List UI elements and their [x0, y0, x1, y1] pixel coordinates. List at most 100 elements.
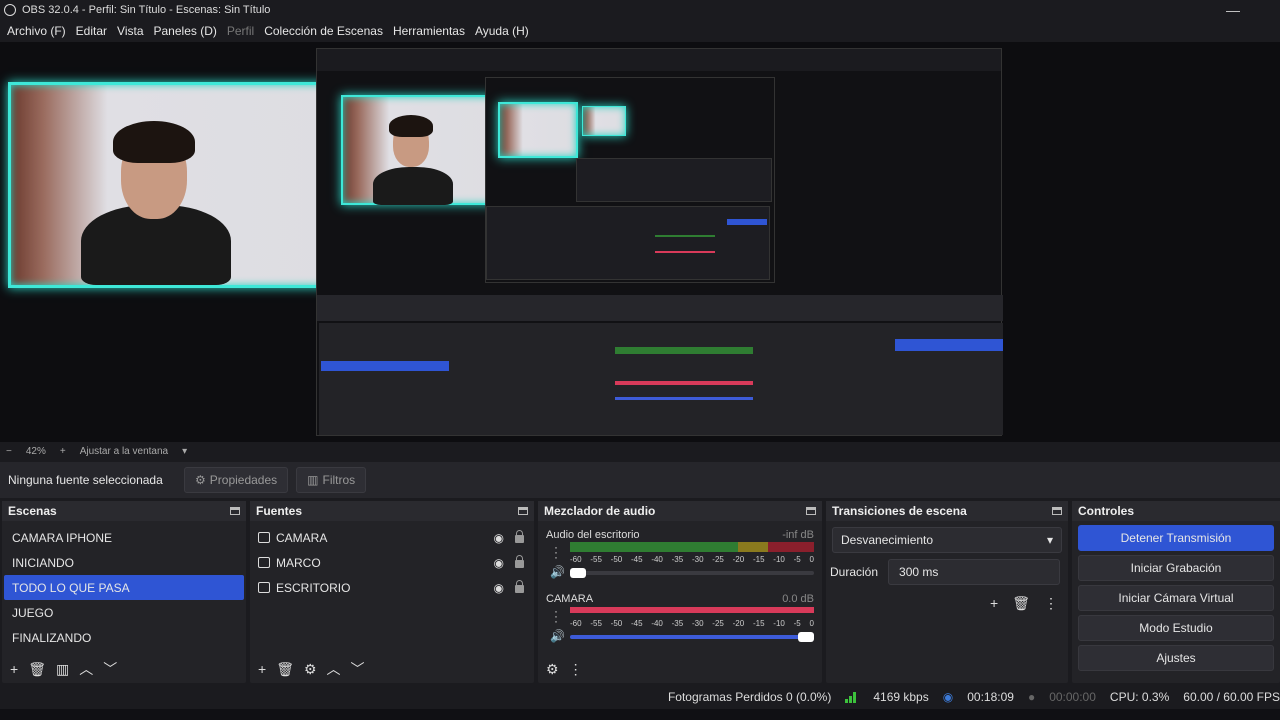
lock-icon[interactable]: [515, 580, 524, 593]
controls-dock: Controles Detener Transmisión Iniciar Gr…: [1072, 501, 1280, 683]
duration-label: Duración: [830, 565, 879, 579]
dropped-frames: Fotogramas Perdidos 0 (0.0%): [667, 690, 832, 704]
move-down-icon[interactable]: ﹀: [103, 659, 117, 679]
settings-button[interactable]: Ajustes: [1078, 645, 1274, 671]
kebab-menu-icon[interactable]: ⋮: [569, 661, 583, 678]
eye-icon[interactable]: ◉: [494, 531, 504, 545]
tick-label: -15: [752, 555, 765, 564]
add-transition-icon[interactable]: +: [990, 595, 998, 612]
scenes-dock: Escenas CAMARA IPHONE INICIANDO TODO LO …: [2, 501, 246, 683]
source-item[interactable]: MARCO ◉: [250, 550, 534, 575]
source-name: MARCO: [276, 555, 321, 570]
transitions-dock: Transiciones de escena Desvanecimiento ▾ …: [826, 501, 1068, 683]
start-recording-button[interactable]: Iniciar Grabación: [1078, 555, 1274, 581]
add-source-icon[interactable]: +: [258, 661, 266, 677]
add-scene-icon[interactable]: +: [10, 661, 18, 677]
mixer-channel: CAMARA 0.0 dB · · · -60 -55 -50 -45 -40 -35 -30-…: [544, 589, 816, 653]
menu-vista[interactable]: Vista: [112, 24, 148, 38]
move-up-icon[interactable]: ︿: [327, 659, 341, 679]
source-list: CAMARA ◉ MARCO ◉ ESCRITORIO ◉: [250, 521, 534, 600]
move-down-icon[interactable]: ﹀: [351, 659, 365, 679]
mixer-header: Mezclador de audio: [538, 501, 822, 521]
undock-icon[interactable]: [518, 507, 528, 515]
speaker-icon[interactable]: 🔊: [550, 565, 565, 579]
mixer-footer: ⚙ ⋮: [538, 655, 822, 683]
zoom-in-button[interactable]: +: [60, 446, 66, 457]
transition-select[interactable]: Desvanecimiento ▾: [832, 527, 1062, 553]
sources-footer: + 🗑 ⚙ ︿ ﹀: [250, 655, 534, 683]
transitions-header: Transiciones de escena: [826, 501, 1068, 521]
start-virtual-camera-button[interactable]: Iniciar Cámara Virtual: [1078, 585, 1274, 611]
signal-icon: [845, 691, 859, 703]
tick-label: -30: [691, 555, 704, 564]
scene-item[interactable]: JUEGO: [4, 600, 244, 625]
source-item[interactable]: CAMARA ◉: [250, 525, 534, 550]
advanced-audio-icon[interactable]: ⚙: [546, 661, 559, 678]
zoom-fit-select[interactable]: Ajustar a la ventana: [80, 446, 168, 457]
gear-icon[interactable]: ⚙: [304, 661, 317, 678]
scene-item[interactable]: INICIANDO: [4, 550, 244, 575]
kebab-menu-icon[interactable]: · · ·: [554, 605, 558, 627]
scenes-footer: + 🗑 ▥ ︿ ﹀: [2, 655, 246, 683]
menu-ayuda[interactable]: Ayuda (H): [470, 24, 534, 38]
scene-list: CAMARA IPHONE INICIANDO TODO LO QUE PASA…: [2, 521, 246, 650]
menu-paneles[interactable]: Paneles (D): [149, 24, 222, 38]
undock-icon[interactable]: [1052, 507, 1062, 515]
tick-label: -30: [691, 619, 704, 628]
chevron-down-icon: ▾: [1046, 533, 1053, 547]
menu-herramientas[interactable]: Herramientas: [388, 24, 470, 38]
studio-mode-button[interactable]: Modo Estudio: [1078, 615, 1274, 641]
duration-input[interactable]: 300 ms: [888, 559, 1060, 585]
properties-button[interactable]: ⚙ Propiedades: [184, 467, 289, 493]
bitrate: 4169 kbps: [873, 690, 929, 704]
taskbar: [0, 709, 1280, 720]
speaker-icon[interactable]: 🔊: [550, 629, 565, 643]
stop-streaming-button[interactable]: Detener Transmisión: [1078, 525, 1274, 551]
tick-label: -40: [651, 555, 663, 564]
gear-icon: ⚙: [195, 473, 206, 487]
preview-canvas[interactable]: [0, 42, 1280, 442]
trash-icon[interactable]: 🗑: [1012, 595, 1030, 612]
display-icon: [258, 582, 270, 593]
menu-coleccion-escenas[interactable]: Colección de Escenas: [259, 24, 388, 38]
kebab-menu-icon[interactable]: · · ·: [554, 541, 558, 563]
move-up-icon[interactable]: ︿: [79, 659, 93, 679]
undock-icon[interactable]: [806, 507, 816, 515]
volume-slider-handle[interactable]: [570, 568, 586, 578]
volume-slider[interactable]: [570, 632, 814, 642]
menu-bar: Archivo (F) Editar Vista Paneles (D) Per…: [0, 20, 1280, 42]
source-item[interactable]: ESCRITORIO ◉: [250, 575, 534, 600]
filter-icon: ▥: [307, 473, 319, 487]
nested-preview: [316, 48, 1003, 436]
scene-item-selected[interactable]: TODO LO QUE PASA: [4, 575, 244, 600]
kebab-menu-icon[interactable]: ⋮: [1044, 595, 1058, 612]
obs-logo-icon: [4, 4, 16, 16]
tick-label: -15: [752, 619, 765, 628]
tick-label: 0: [809, 619, 814, 628]
scene-item[interactable]: CAMARA IPHONE: [4, 525, 244, 550]
tick-label: -5: [793, 555, 801, 564]
channel-db: -inf dB: [782, 529, 814, 541]
chevron-down-icon[interactable]: ▾: [182, 446, 187, 457]
trash-icon[interactable]: 🗑: [276, 661, 294, 678]
menu-editar[interactable]: Editar: [71, 24, 112, 38]
scene-filters-icon[interactable]: ▥: [56, 661, 69, 678]
menu-archivo[interactable]: Archivo (F): [2, 24, 71, 38]
duration-value: 300 ms: [899, 565, 939, 579]
tick-label: -10: [773, 555, 785, 564]
lock-icon[interactable]: [515, 555, 524, 568]
properties-label: Propiedades: [209, 473, 278, 487]
eye-icon[interactable]: ◉: [494, 581, 504, 595]
volume-slider-handle[interactable]: [798, 632, 814, 642]
undock-icon[interactable]: [230, 507, 240, 515]
lock-icon[interactable]: [515, 530, 524, 543]
filters-button[interactable]: ▥ Filtros: [296, 467, 367, 493]
menu-perfil: Perfil: [226, 24, 255, 38]
minimize-icon[interactable]: —: [1226, 2, 1240, 18]
scene-item[interactable]: FINALIZANDO: [4, 625, 244, 650]
no-source-label: Ninguna fuente seleccionada: [8, 473, 163, 487]
zoom-out-button[interactable]: −: [6, 446, 12, 457]
volume-slider[interactable]: [570, 568, 814, 578]
trash-icon[interactable]: 🗑: [28, 661, 46, 678]
eye-icon[interactable]: ◉: [494, 556, 504, 570]
